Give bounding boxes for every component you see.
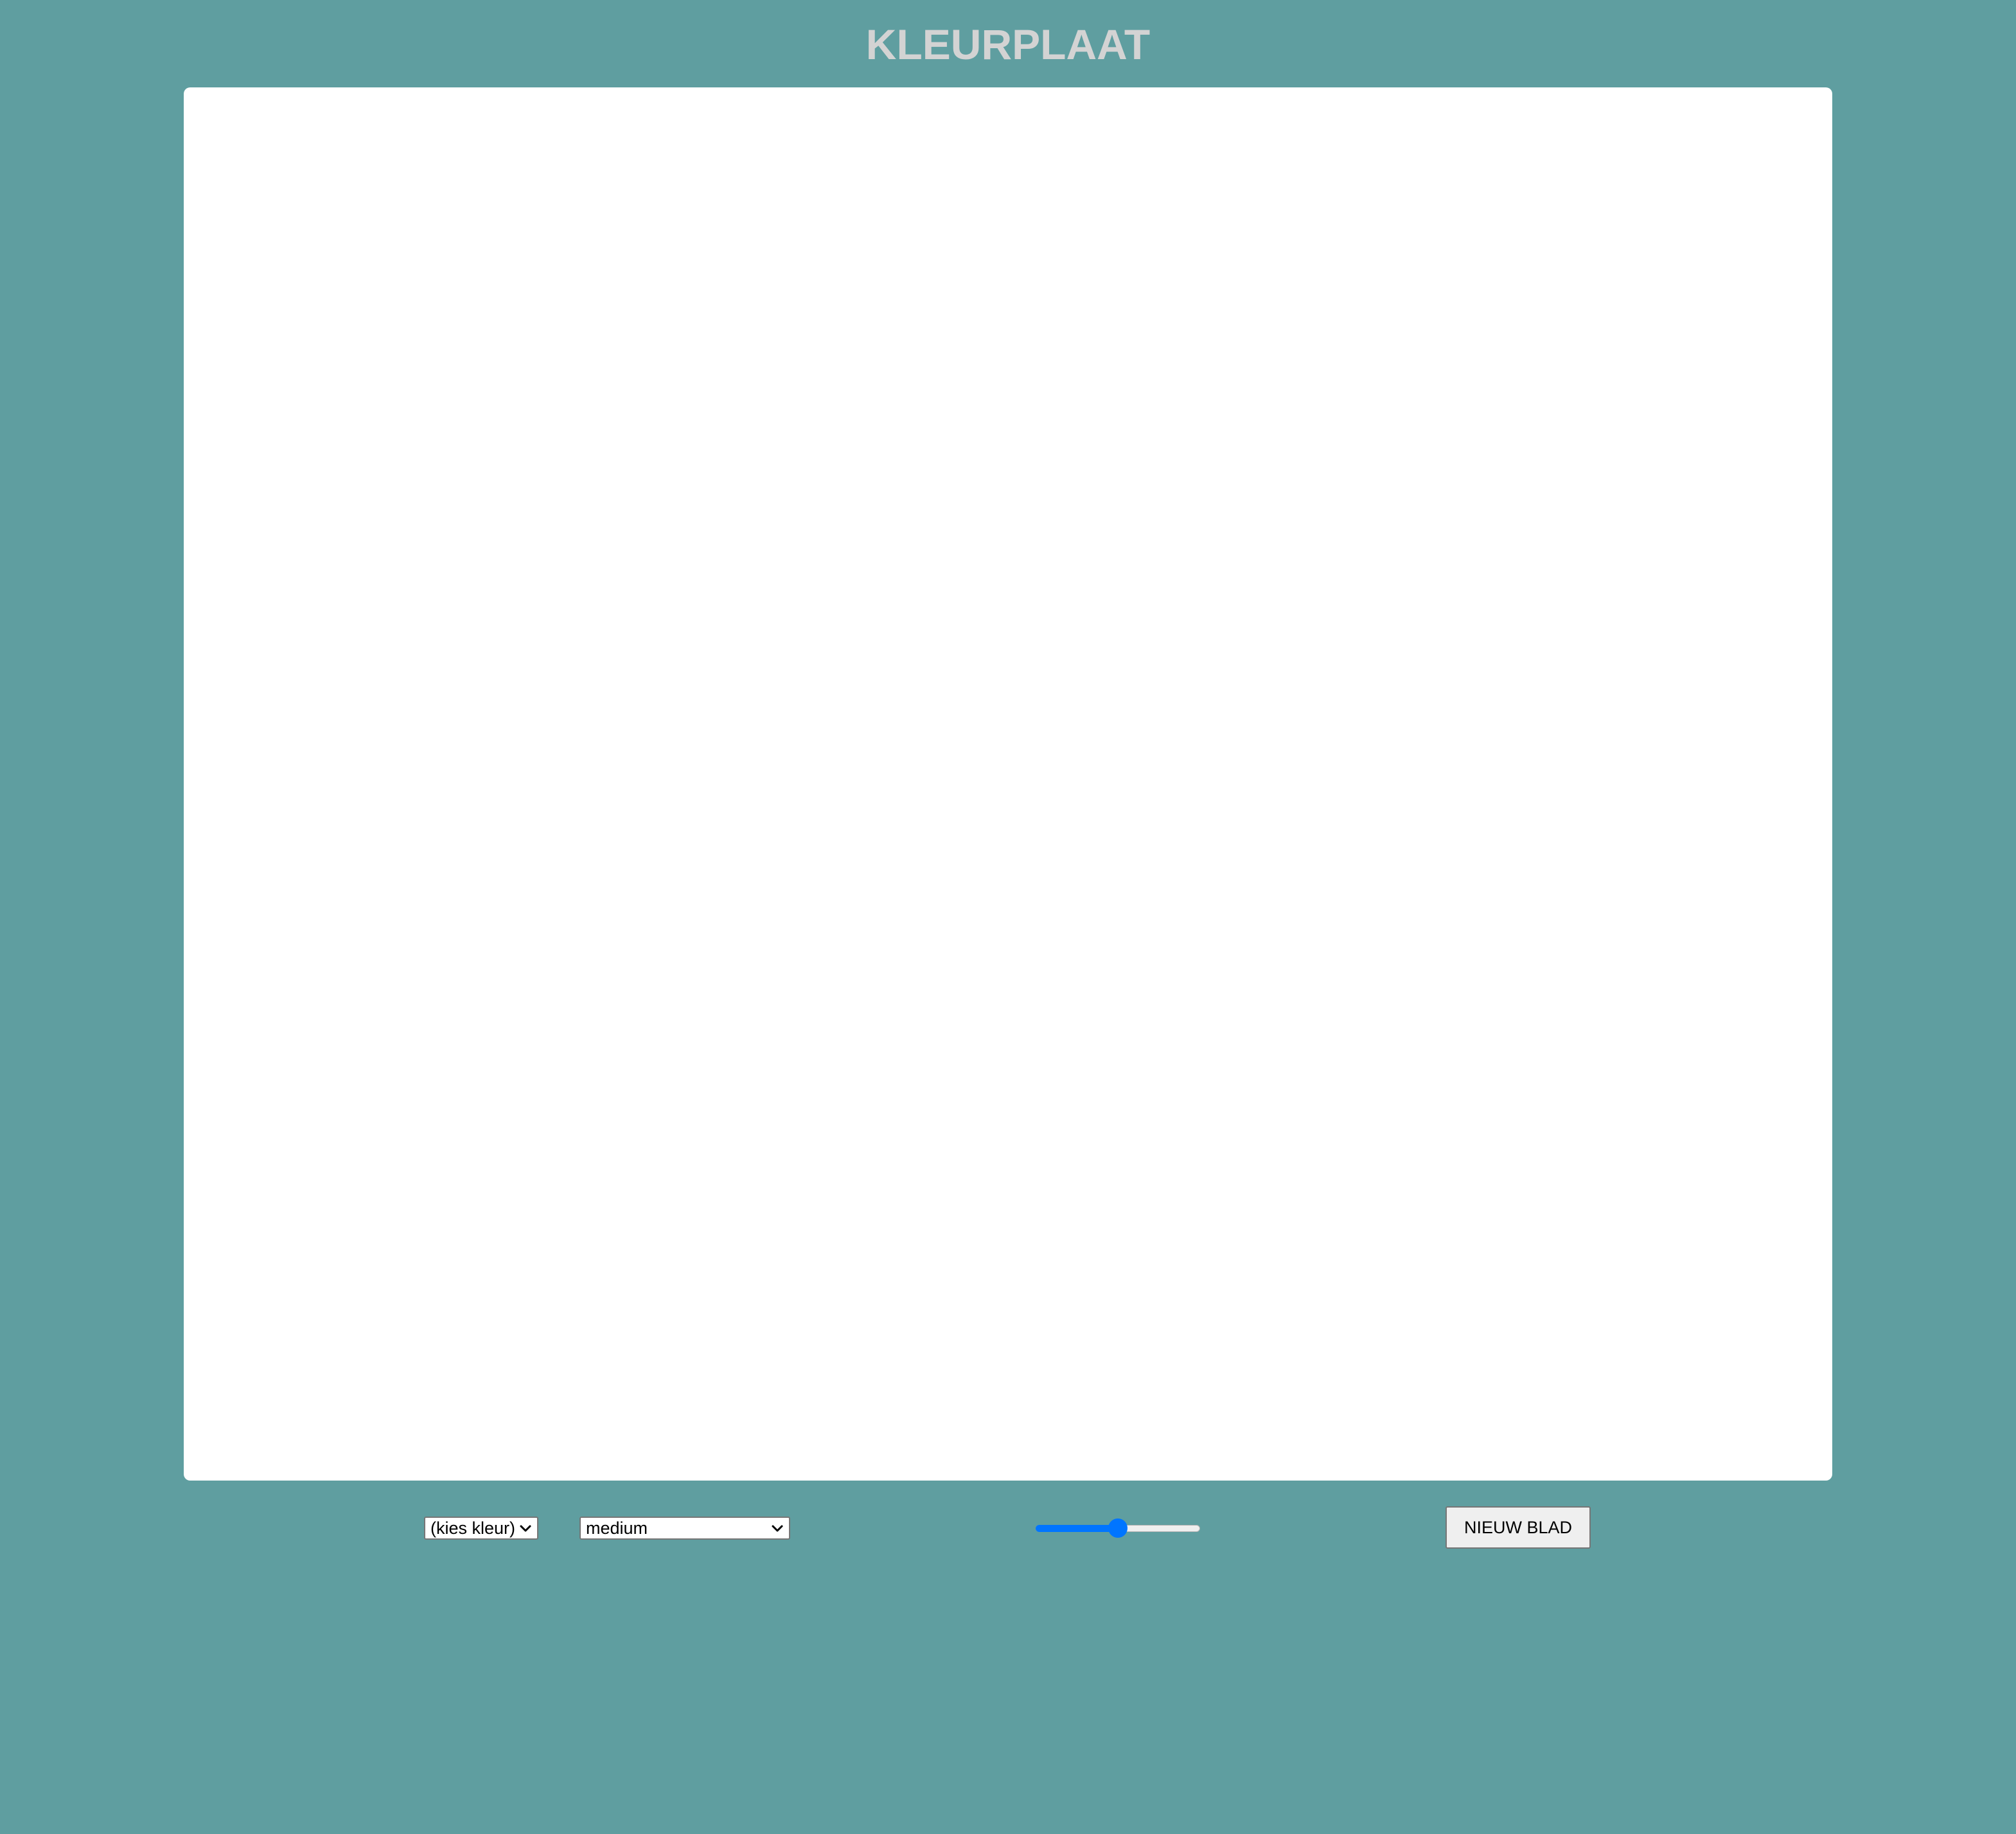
slider-thumb[interactable] [1108, 1518, 1127, 1538]
brush-size-select-value: medium [586, 1518, 648, 1538]
page-title: KLEURPLAAT [865, 21, 1151, 68]
chevron-down-icon [520, 1525, 531, 1532]
slider-fill [1036, 1525, 1118, 1532]
new-sheet-button[interactable]: NIEUW BLAD [1446, 1506, 1591, 1549]
range-slider[interactable] [1034, 1514, 1201, 1542]
color-select[interactable]: (kies kleur) [424, 1517, 538, 1540]
drawing-canvas[interactable] [184, 87, 1832, 1481]
chevron-down-icon [772, 1525, 783, 1532]
brush-size-select[interactable]: medium [579, 1517, 790, 1540]
color-select-value: (kies kleur) [430, 1518, 516, 1538]
